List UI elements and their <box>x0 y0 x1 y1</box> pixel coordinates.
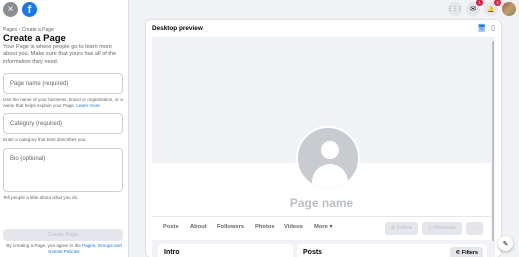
profile-body-shape <box>312 164 348 188</box>
tab-posts: Posts <box>163 224 179 230</box>
bio-help: Tell people a little about what you do. <box>3 195 79 200</box>
tab-followers: Followers <box>217 224 245 230</box>
posts-card: Posts ⚟ Filters <box>297 244 487 257</box>
category-help: Enter a category that best describes you… <box>3 137 87 142</box>
messenger-icon[interactable]: ✉ 1 <box>466 0 483 16</box>
create-page-button[interactable]: Create Page <box>3 229 123 241</box>
compose-icon[interactable]: ✎ <box>498 236 513 251</box>
desktop-icon[interactable]: 🖥 <box>477 24 486 32</box>
posts-heading: Posts <box>303 249 323 256</box>
top-buttons: × f <box>3 2 37 17</box>
terms-text: By creating a Page, you agree to the Pag… <box>6 243 122 254</box>
category-input[interactable]: Category (required) <box>3 113 123 134</box>
message-button: ◎ Message <box>422 222 462 235</box>
page-title: Create a Page <box>3 33 66 44</box>
page-preview: Page name Posts About Followers Photos V… <box>152 37 495 257</box>
tab-videos: Videos <box>284 224 303 230</box>
page-tabs: Posts About Followers Photos Videos More… <box>152 216 491 240</box>
learn-more-link[interactable]: Learn more <box>76 103 100 108</box>
desktop-preview-card: Desktop preview 🖥 ▯ Page name Posts Abou… <box>146 20 501 257</box>
tab-photos: Photos <box>255 224 275 230</box>
follow-button: ⊕ Follow <box>385 222 418 235</box>
device-toggle: 🖥 ▯ <box>477 24 495 32</box>
profile-picture-placeholder <box>296 126 360 190</box>
preview-title: Desktop preview <box>152 25 203 32</box>
notifications-icon[interactable]: 🔔 4 <box>484 0 501 16</box>
facebook-logo-icon[interactable]: f <box>22 2 37 17</box>
page-description: Your Page is where people go to learn mo… <box>3 44 117 65</box>
profile-head-shape <box>321 141 339 159</box>
intro-card: Intro <box>158 244 293 257</box>
close-icon[interactable]: × <box>3 2 18 17</box>
notifications-badge: 4 <box>494 0 501 6</box>
bio-input[interactable]: Bio (optional) <box>3 148 123 192</box>
page-name-preview: Page name <box>152 190 491 216</box>
preview-scrollbar[interactable] <box>491 37 495 257</box>
mobile-icon[interactable]: ▯ <box>491 24 495 32</box>
avatar[interactable] <box>502 2 516 16</box>
filters-button: ⚟ Filters <box>450 247 483 257</box>
more-options-button: ··· <box>466 222 483 235</box>
scrollbar-thumb[interactable] <box>492 41 494 241</box>
top-right-icons: ⋮⋮⋮ ✉ 1 🔔 4 <box>448 0 516 16</box>
menu-grid-icon[interactable]: ⋮⋮⋮ <box>448 2 463 16</box>
tab-more: More ▾ <box>314 224 333 230</box>
page-name-help: Use the name of your business, brand or … <box>3 97 123 108</box>
create-page-panel: × f Pages › Create a Page Create a Page … <box>0 0 129 257</box>
page-name-input[interactable]: Page name (required) <box>3 73 123 94</box>
messenger-badge: 1 <box>476 0 483 6</box>
tab-about: About <box>190 224 207 230</box>
